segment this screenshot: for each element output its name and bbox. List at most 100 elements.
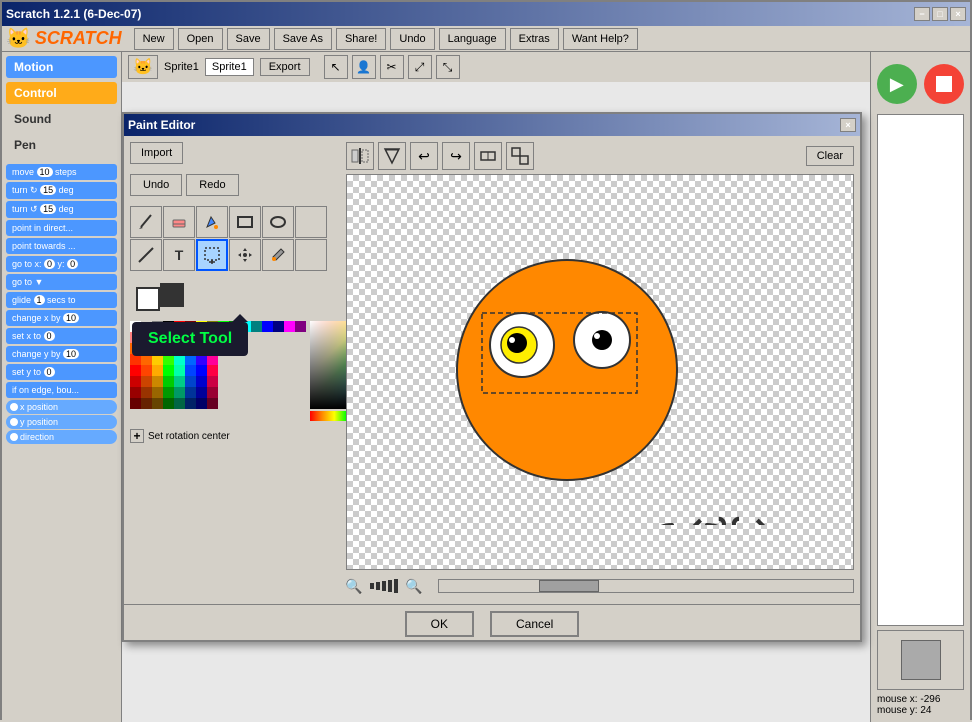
block-change-y[interactable]: change y by 10 xyxy=(6,346,117,362)
color-swatch[interactable] xyxy=(163,321,174,332)
color-swatch[interactable] xyxy=(185,354,196,365)
close-button[interactable]: × xyxy=(950,7,966,21)
minimize-button[interactable]: − xyxy=(914,7,930,21)
color-swatch[interactable] xyxy=(141,398,152,409)
pencil-tool-button[interactable] xyxy=(130,206,162,238)
color-swatch[interactable] xyxy=(273,321,284,332)
cancel-button[interactable]: Cancel xyxy=(490,611,579,637)
import-button[interactable]: Import xyxy=(130,142,183,164)
color-swatch[interactable] xyxy=(141,387,152,398)
eyedropper-tool-button[interactable] xyxy=(262,239,294,271)
color-swatch[interactable] xyxy=(141,332,152,343)
color-swatch[interactable] xyxy=(130,398,141,409)
color-swatch[interactable] xyxy=(196,343,207,354)
block-turn-ccw[interactable]: turn ↺ 15 deg xyxy=(6,201,117,218)
canvas-wrapper[interactable]: ↩↪ xyxy=(346,174,854,570)
redo-canvas-button[interactable]: ↪ xyxy=(442,142,470,170)
color-swatch[interactable] xyxy=(163,332,174,343)
language-button[interactable]: Language xyxy=(439,28,506,50)
color-swatch[interactable] xyxy=(130,321,141,332)
color-swatch[interactable] xyxy=(130,354,141,365)
pointer-tool[interactable]: ↖ xyxy=(324,55,348,79)
block-point-towards[interactable]: point towards ... xyxy=(6,238,117,254)
align-button[interactable] xyxy=(474,142,502,170)
select-tool-button[interactable] xyxy=(196,239,228,271)
color-swatch[interactable] xyxy=(141,354,152,365)
color-swatch[interactable] xyxy=(284,321,295,332)
color-swatch[interactable] xyxy=(174,321,185,332)
fill-tool-button[interactable] xyxy=(196,206,228,238)
move-tool-button[interactable] xyxy=(229,239,261,271)
color-swatch[interactable] xyxy=(152,365,163,376)
stop-button[interactable] xyxy=(924,64,964,104)
color-swatch[interactable] xyxy=(207,354,218,365)
ok-button[interactable]: OK xyxy=(405,611,474,637)
color-swatch[interactable] xyxy=(196,398,207,409)
color-swatch[interactable] xyxy=(207,332,218,343)
block-direction[interactable]: direction xyxy=(6,430,117,444)
help-button[interactable]: Want Help? xyxy=(563,28,638,50)
color-swatch[interactable] xyxy=(152,321,163,332)
block-set-x[interactable]: set x to 0 xyxy=(6,328,117,344)
color-swatch[interactable] xyxy=(207,376,218,387)
rect-tool-button[interactable] xyxy=(229,206,261,238)
color-swatch[interactable] xyxy=(163,354,174,365)
color-swatch[interactable] xyxy=(196,354,207,365)
sprite-tab-icon[interactable]: 🐱 xyxy=(128,55,158,79)
scissors-tool[interactable]: ✂ xyxy=(380,55,404,79)
eraser-tool-button[interactable] xyxy=(163,206,195,238)
sprite-name-field[interactable]: Sprite1 xyxy=(205,58,254,76)
person-tool[interactable]: 👤 xyxy=(352,55,376,79)
color-swatch[interactable] xyxy=(130,332,141,343)
color-swatch[interactable] xyxy=(130,343,141,354)
color-swatch[interactable] xyxy=(207,398,218,409)
export-button[interactable]: Export xyxy=(260,58,310,76)
redo-paint-button[interactable]: Redo xyxy=(186,174,238,196)
color-swatch[interactable] xyxy=(141,321,152,332)
color-swatch[interactable] xyxy=(174,354,185,365)
color-swatch[interactable] xyxy=(196,321,207,332)
text-tool-button[interactable]: T xyxy=(163,239,195,271)
maximize-button[interactable]: □ xyxy=(932,7,948,21)
block-bounce[interactable]: if on edge, bou... xyxy=(6,382,117,398)
block-move[interactable]: move 10 steps xyxy=(6,164,117,180)
clear-button[interactable]: Clear xyxy=(806,146,854,166)
block-x-pos[interactable]: x position xyxy=(6,400,117,414)
block-glide[interactable]: glide 1 secs to xyxy=(6,292,117,308)
block-change-x[interactable]: change x by 10 xyxy=(6,310,117,326)
ellipse-tool-button[interactable] xyxy=(262,206,294,238)
flip-v-button[interactable] xyxy=(378,142,406,170)
horizontal-scrollbar[interactable] xyxy=(438,579,854,593)
color-swatch[interactable] xyxy=(152,398,163,409)
color-swatch[interactable] xyxy=(185,343,196,354)
color-swatch[interactable] xyxy=(185,365,196,376)
color-swatch[interactable] xyxy=(207,387,218,398)
color-swatch[interactable] xyxy=(229,321,240,332)
save-as-button[interactable]: Save As xyxy=(274,28,332,50)
color-swatch[interactable] xyxy=(130,365,141,376)
color-swatch[interactable] xyxy=(262,321,273,332)
color-swatch[interactable] xyxy=(185,321,196,332)
shrink-tool[interactable]: ⤡ xyxy=(436,55,460,79)
color-swatch[interactable] xyxy=(152,376,163,387)
zoom-out-button[interactable]: 🔍 xyxy=(346,578,362,594)
sidebar-item-control[interactable]: Control xyxy=(6,82,117,104)
color-swatch[interactable] xyxy=(174,332,185,343)
color-swatch[interactable] xyxy=(196,332,207,343)
color-swatch[interactable] xyxy=(174,387,185,398)
scrollbar-thumb[interactable] xyxy=(539,580,599,592)
green-flag-button[interactable]: ▶ xyxy=(877,64,917,104)
color-swatch[interactable] xyxy=(152,387,163,398)
color-swatch[interactable] xyxy=(196,387,207,398)
color-swatch[interactable] xyxy=(207,343,218,354)
color-swatch[interactable] xyxy=(163,376,174,387)
share-button[interactable]: Share! xyxy=(336,28,386,50)
block-goto-sprite[interactable]: go to ▼ xyxy=(6,274,117,290)
color-swatch[interactable] xyxy=(163,343,174,354)
sidebar-item-sound[interactable]: Sound xyxy=(6,108,117,130)
open-button[interactable]: Open xyxy=(178,28,223,50)
color-swatch[interactable] xyxy=(240,321,251,332)
color-swatch[interactable] xyxy=(163,365,174,376)
secondary-color[interactable] xyxy=(136,287,160,311)
group-button[interactable] xyxy=(506,142,534,170)
